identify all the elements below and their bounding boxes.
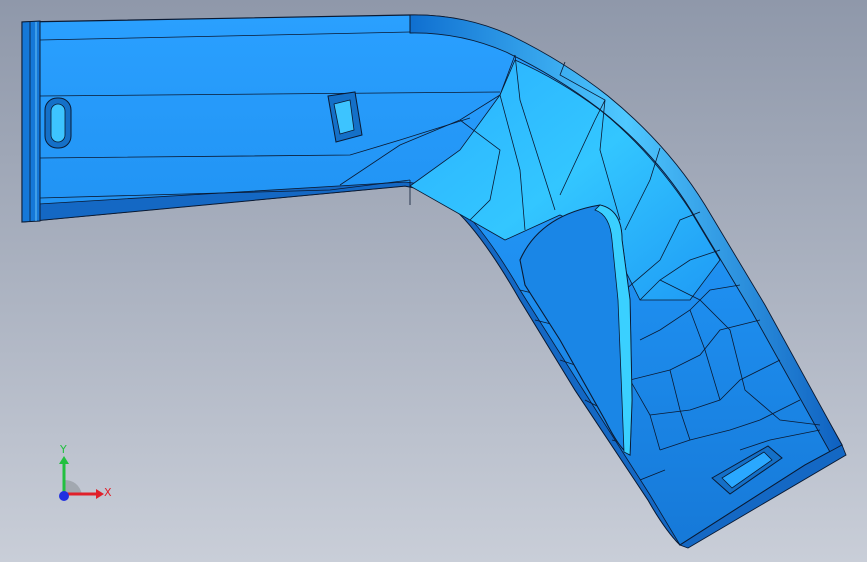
end-flange	[21, 20, 41, 223]
z-axis	[59, 491, 69, 501]
orientation-triad: X Y	[59, 443, 112, 501]
part-model[interactable]	[0, 0, 867, 562]
graphics-viewport[interactable]: X Y	[0, 0, 867, 562]
x-axis-label: X	[104, 486, 112, 499]
y-axis-label: Y	[59, 443, 67, 456]
part-body	[21, 14, 843, 546]
slot-left	[44, 97, 72, 149]
x-axis-arrow	[96, 489, 104, 499]
y-axis-arrow	[59, 456, 69, 464]
